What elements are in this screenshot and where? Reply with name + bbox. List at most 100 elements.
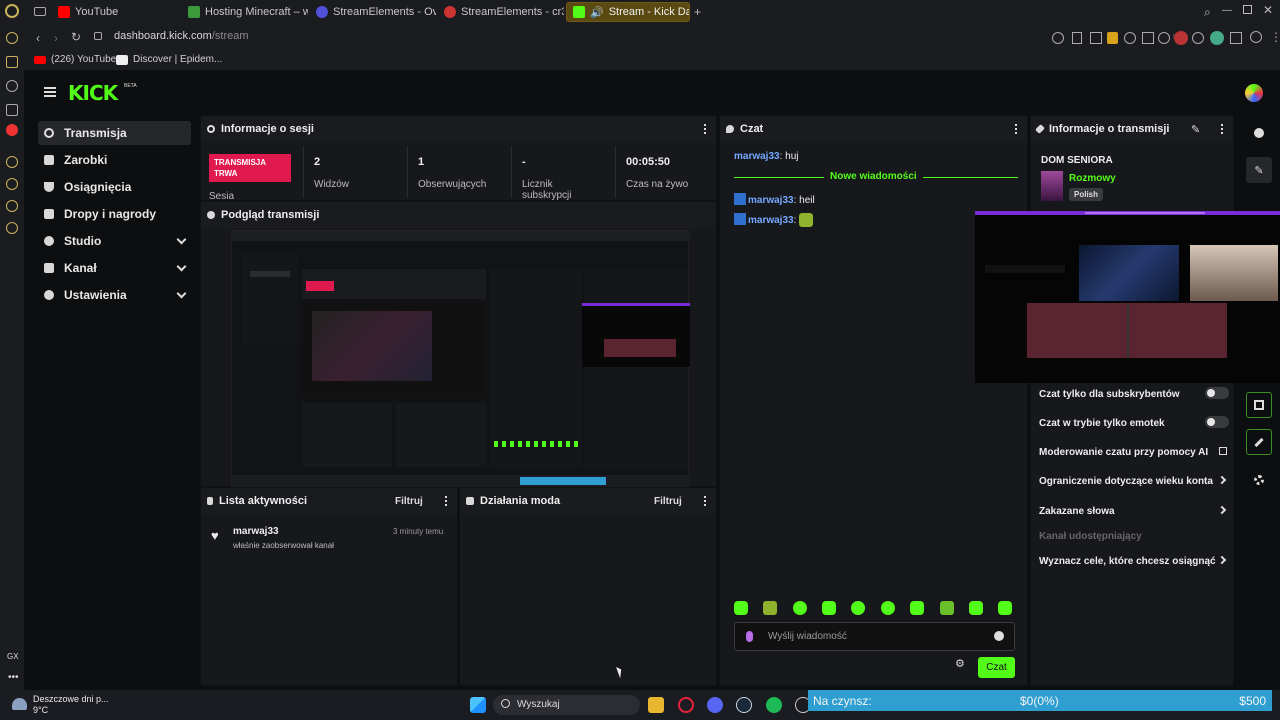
nav-studio[interactable]: Studio xyxy=(38,229,191,253)
file-explorer-icon[interactable] xyxy=(648,697,664,713)
nav-transmisja[interactable]: Transmisja xyxy=(38,121,191,145)
more-icon[interactable]: ••• xyxy=(8,672,19,683)
minimize-button[interactable]: — xyxy=(1222,5,1232,16)
option-goals[interactable]: Wyznacz cele, które chcesz osiągnąć xyxy=(1039,555,1229,567)
emote-icon[interactable] xyxy=(734,601,748,615)
nav-kanal[interactable]: Kanał xyxy=(38,256,191,280)
modactions-filter-button[interactable]: Filtruj xyxy=(654,496,682,507)
nav-zarobki[interactable]: Zarobki xyxy=(38,148,191,172)
modactions-menu-icon[interactable] xyxy=(704,496,706,506)
forward-button[interactable]: › xyxy=(54,31,58,45)
opera-logo-icon[interactable] xyxy=(5,4,19,18)
spotify-icon[interactable] xyxy=(766,697,782,713)
tab-islands-icon[interactable] xyxy=(34,7,46,16)
pencil-icon[interactable]: ✎ xyxy=(1246,157,1272,183)
start-icon[interactable] xyxy=(470,697,486,713)
adblock-icon[interactable] xyxy=(1124,32,1136,44)
tab-youtube[interactable]: YouTube xyxy=(52,2,180,22)
new-tab-button[interactable]: + xyxy=(694,5,701,19)
emote-icon[interactable] xyxy=(793,601,807,615)
steam-icon[interactable] xyxy=(736,697,752,713)
taskbar-search[interactable]: Wyszukaj xyxy=(493,695,640,715)
home-icon[interactable] xyxy=(6,32,18,44)
aria-icon[interactable] xyxy=(6,56,18,68)
close-button[interactable]: ✕ xyxy=(1263,3,1273,17)
category-link[interactable]: Rozmowy xyxy=(1069,173,1116,184)
extension-red-icon[interactable] xyxy=(1174,31,1188,45)
maximize-button[interactable] xyxy=(1243,5,1252,14)
history-icon[interactable] xyxy=(6,178,18,190)
kick-logo[interactable]: KICK xyxy=(68,81,118,105)
avatar[interactable] xyxy=(1245,84,1263,102)
microphone-icon[interactable] xyxy=(746,631,753,642)
wrench-icon[interactable] xyxy=(1246,429,1272,455)
reload-button[interactable]: ↻ xyxy=(71,30,81,44)
tab-kick-dashboard[interactable]: 🔊Stream - Kick Dashbo xyxy=(566,2,690,22)
emote-only-toggle[interactable] xyxy=(1205,416,1229,428)
easy-setup-icon[interactable] xyxy=(1250,31,1262,43)
youtube-icon[interactable] xyxy=(6,124,18,136)
bookmark-discover[interactable]: Discover | Epidem... xyxy=(116,54,222,65)
emote-icon[interactable] xyxy=(881,601,895,615)
stream-info-menu-icon[interactable] xyxy=(1221,124,1223,134)
x-icon[interactable] xyxy=(6,104,18,116)
option-sub-only-chat[interactable]: Czat tylko dla subskrybentów xyxy=(1039,387,1229,400)
chat-username[interactable]: marwaj33 xyxy=(734,151,780,162)
chat-username[interactable]: marwaj33 xyxy=(748,215,794,226)
option-ai-moderation[interactable]: Moderowanie czatu przy pomocy AI xyxy=(1039,447,1229,458)
downloads-icon[interactable] xyxy=(1230,32,1242,44)
search-tabs-icon[interactable]: ⌕ xyxy=(1204,5,1211,20)
chat-send-button[interactable]: Czat xyxy=(978,657,1015,678)
profile-icon[interactable] xyxy=(1210,31,1224,45)
nav-osiagniecia[interactable]: Osiągnięcia xyxy=(38,175,191,199)
back-button[interactable]: ‹ xyxy=(36,31,40,45)
apps-icon[interactable] xyxy=(1246,467,1272,493)
session-menu-icon[interactable] xyxy=(704,124,706,134)
download-icon[interactable] xyxy=(1158,32,1170,44)
nav-ustawienia[interactable]: Ustawienia xyxy=(38,283,191,307)
extensions-icon[interactable] xyxy=(1192,32,1204,44)
stream-overlay-window[interactable] xyxy=(975,211,1280,383)
discord-icon[interactable] xyxy=(707,697,723,713)
edit-icon[interactable]: ✎ xyxy=(1191,123,1200,136)
sub-only-toggle[interactable] xyxy=(1205,387,1229,399)
chat-settings-icon[interactable]: ⚙ xyxy=(955,657,965,670)
chat-menu-icon[interactable] xyxy=(1015,124,1017,134)
emoji-icon[interactable] xyxy=(1052,32,1064,44)
info-icon[interactable] xyxy=(1246,120,1272,146)
player-icon[interactable] xyxy=(6,156,18,168)
bookmark-youtube[interactable]: (226) YouTube xyxy=(34,54,116,65)
lock-icon[interactable] xyxy=(94,32,102,40)
snapshot-icon[interactable] xyxy=(1090,32,1102,44)
layout-icon[interactable] xyxy=(1246,392,1272,418)
activity-filter-button[interactable]: Filtruj xyxy=(395,496,423,507)
nav-dropy[interactable]: Dropy i nagrody xyxy=(38,202,191,226)
tab-streamelements-cr34tiv[interactable]: StreamElements - cr34tiv xyxy=(438,2,564,22)
emote-icon[interactable] xyxy=(910,601,924,615)
emote-icon[interactable] xyxy=(851,601,865,615)
emoji-picker-icon[interactable] xyxy=(994,631,1004,641)
stream-preview[interactable] xyxy=(231,230,690,487)
emote-icon[interactable] xyxy=(822,601,836,615)
option-age-restriction[interactable]: Ograniczenie dotyczące wieku konta xyxy=(1039,475,1229,487)
vpn-shield-icon[interactable] xyxy=(1107,32,1118,44)
chat-username[interactable]: marwaj33 xyxy=(748,195,794,206)
settings-icon[interactable] xyxy=(6,222,18,234)
activity-user[interactable]: marwaj33 xyxy=(233,526,279,537)
opera-gx-icon[interactable] xyxy=(678,697,694,713)
option-banned-words[interactable]: Zakazane słowa xyxy=(1039,505,1229,517)
emote-icon[interactable] xyxy=(998,601,1012,615)
weather-widget[interactable]: Deszczowe dni p... 9°C xyxy=(33,694,109,716)
activity-menu-icon[interactable] xyxy=(445,496,447,506)
emote-icon[interactable] xyxy=(969,601,983,615)
emote-icon[interactable] xyxy=(940,601,954,615)
tab-hosting[interactable]: Hosting Minecraft – wypo xyxy=(182,2,308,22)
tab-streamelements-overlay[interactable]: StreamElements - Overla xyxy=(310,2,436,22)
messenger-icon[interactable] xyxy=(6,80,18,92)
pin-icon[interactable] xyxy=(1072,32,1082,44)
menu-toggle-icon[interactable] xyxy=(44,87,56,97)
emote-icon[interactable] xyxy=(763,601,777,615)
chat-input[interactable]: Wyślij wiadomość xyxy=(734,622,1015,651)
play-icon[interactable] xyxy=(1142,32,1154,44)
speaker-icon[interactable]: 🔊 xyxy=(590,6,604,19)
